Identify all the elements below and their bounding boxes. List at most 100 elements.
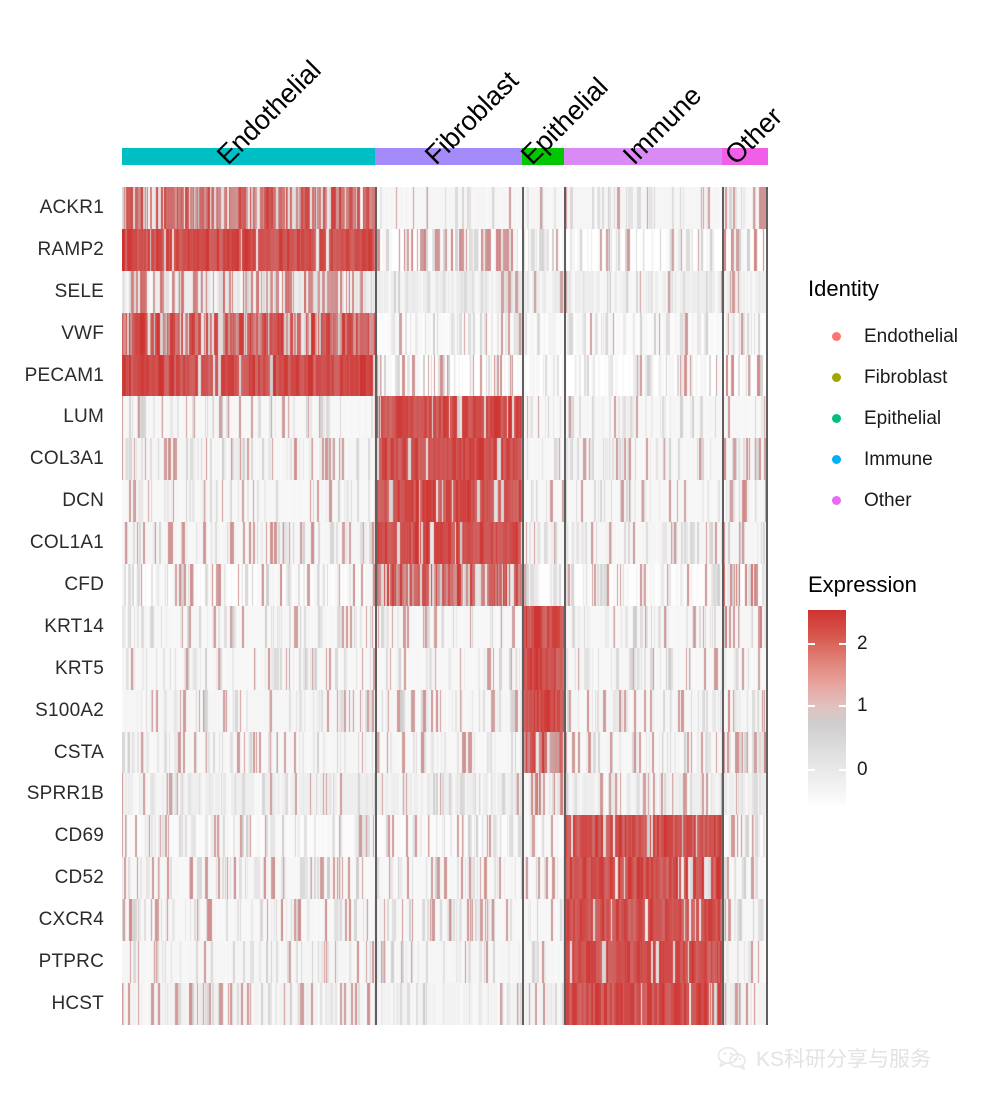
heatmap-row xyxy=(122,605,768,648)
heatmap-row-cells xyxy=(122,438,768,481)
wechat-icon xyxy=(717,1046,747,1070)
row-label-krt14: KRT14 xyxy=(44,615,104,637)
colorbar-tick-mark xyxy=(839,769,846,771)
row-label-col1a1: COL1A1 xyxy=(29,532,104,554)
legend-color-dot-icon xyxy=(831,373,841,382)
legend-color-dot-icon xyxy=(831,455,841,464)
legend-color-dot-icon xyxy=(831,496,841,505)
identity-legend-items: Endothelial Fibroblast Epithelial Immune Oth… xyxy=(808,316,958,521)
colorbar-tick-mark xyxy=(808,769,815,771)
group-separator-line xyxy=(375,187,377,1025)
identity-legend-item-fibroblast[interactable]: Fibroblast xyxy=(808,357,958,398)
legend-dot-wrap xyxy=(808,414,864,423)
colorbar-tick-mark xyxy=(839,643,846,645)
row-label-csta: CSTA xyxy=(53,741,104,763)
row-label-s100a2: S100A2 xyxy=(35,699,104,721)
heatmap-row-cells xyxy=(122,899,768,942)
heatmap-row-cells xyxy=(122,522,768,565)
heatmap-row xyxy=(122,354,768,397)
heatmap-row xyxy=(122,228,768,271)
group-separator-line xyxy=(564,187,566,1025)
identity-legend-item-immune[interactable]: Immune xyxy=(808,439,958,480)
watermark: KS科研分享与服务 xyxy=(717,1043,931,1073)
heatmap-row-cells xyxy=(122,605,768,648)
identity-legend-label: Epithelial xyxy=(864,407,942,429)
colorbar-tick-label-2: 2 xyxy=(857,633,868,654)
expression-legend: Expression 2 1 0 xyxy=(808,572,928,805)
gene-row-labels: ACKR1 RAMP2 SELE VWF PECAM1 LUM COL3A1 DCN COL1A… xyxy=(0,187,114,1025)
group-separator-line xyxy=(722,187,724,1025)
colorbar-tick-mark xyxy=(808,705,815,707)
heatmap-row xyxy=(122,396,768,439)
heatmap-row-cells xyxy=(122,857,768,900)
legend-color-dot-icon xyxy=(831,414,841,423)
row-label-vwf: VWF xyxy=(61,322,104,344)
heatmap-row xyxy=(122,773,768,816)
heatmap-row xyxy=(122,689,768,732)
heatmap-row xyxy=(122,982,768,1025)
group-separator-line xyxy=(522,187,524,1025)
heatmap-row-cells xyxy=(122,815,768,858)
row-label-ramp2: RAMP2 xyxy=(37,238,104,260)
heatmap-row xyxy=(122,899,768,942)
row-label-sele: SELE xyxy=(54,280,104,302)
heatmap-row-cells xyxy=(122,354,768,397)
heatmap-row-cells xyxy=(122,564,768,606)
heatmap-row-cells xyxy=(122,982,768,1025)
heatmap-row xyxy=(122,522,768,565)
row-label-krt5: KRT5 xyxy=(54,657,104,679)
heatmap-row xyxy=(122,564,768,606)
heatmap-row-cells xyxy=(122,312,768,355)
colorbar-tick-mark xyxy=(839,705,846,707)
row-label-cd69: CD69 xyxy=(54,825,104,847)
watermark-text: KS科研分享与服务 xyxy=(756,1048,932,1071)
identity-legend-label: Other xyxy=(864,489,912,511)
legend-color-dot-icon xyxy=(831,332,841,341)
row-label-hcst: HCST xyxy=(51,992,104,1014)
colorbar-tick-label-0: 0 xyxy=(857,759,868,780)
legend-dot-wrap xyxy=(808,455,864,464)
heatmap-row-cells xyxy=(122,480,768,523)
heatmap-row-cells xyxy=(122,228,768,271)
heatmap-row-cells xyxy=(122,941,768,983)
identity-legend-label: Immune xyxy=(864,448,933,470)
heatmap-rows xyxy=(122,187,768,1025)
expression-colorbar xyxy=(808,610,846,805)
heatmap-row xyxy=(122,857,768,900)
identity-legend-item-endothelial[interactable]: Endothelial xyxy=(808,316,958,357)
heatmap-row xyxy=(122,647,768,690)
row-label-lum: LUM xyxy=(63,406,104,428)
heatmap-row-cells xyxy=(122,396,768,439)
heatmap-row-cells xyxy=(122,187,768,229)
heatmap-row xyxy=(122,187,768,229)
identity-legend-item-other[interactable]: Other xyxy=(808,480,958,521)
heatmap-row xyxy=(122,731,768,774)
row-label-pecam1: PECAM1 xyxy=(24,364,104,386)
heatmap-row xyxy=(122,480,768,523)
row-label-sprr1b: SPRR1B xyxy=(26,783,104,805)
expression-colorbar-wrap: 2 1 0 xyxy=(808,610,928,805)
row-label-cd52: CD52 xyxy=(54,867,104,889)
identity-legend-title: Identity xyxy=(808,276,879,301)
row-label-cxcr4: CXCR4 xyxy=(38,909,104,931)
heatmap-row-cells xyxy=(122,731,768,774)
identity-legend-label: Endothelial xyxy=(864,325,959,347)
heatmap-row-cells xyxy=(122,773,768,816)
colorbar-tick-mark xyxy=(808,643,815,645)
heatmap-row xyxy=(122,941,768,983)
panel-right-border xyxy=(766,187,768,1025)
row-label-ackr1: ACKR1 xyxy=(39,196,104,218)
identity-legend: Identity Endothelial Fibroblast Epithelial… xyxy=(808,276,958,521)
identity-legend-item-epithelial[interactable]: Epithelial xyxy=(808,398,958,439)
row-label-ptprc: PTPRC xyxy=(38,950,104,972)
legend-dot-wrap xyxy=(808,332,864,341)
heatmap-row xyxy=(122,438,768,481)
heatmap-row-cells xyxy=(122,689,768,732)
heatmap-row xyxy=(122,815,768,858)
heatmap-row-cells xyxy=(122,647,768,690)
heatmap-row-cells xyxy=(122,270,768,313)
heatmap-row xyxy=(122,270,768,313)
legend-dot-wrap xyxy=(808,373,864,382)
colorbar-tick-label-1: 1 xyxy=(857,695,868,716)
expression-legend-title: Expression xyxy=(808,572,917,597)
